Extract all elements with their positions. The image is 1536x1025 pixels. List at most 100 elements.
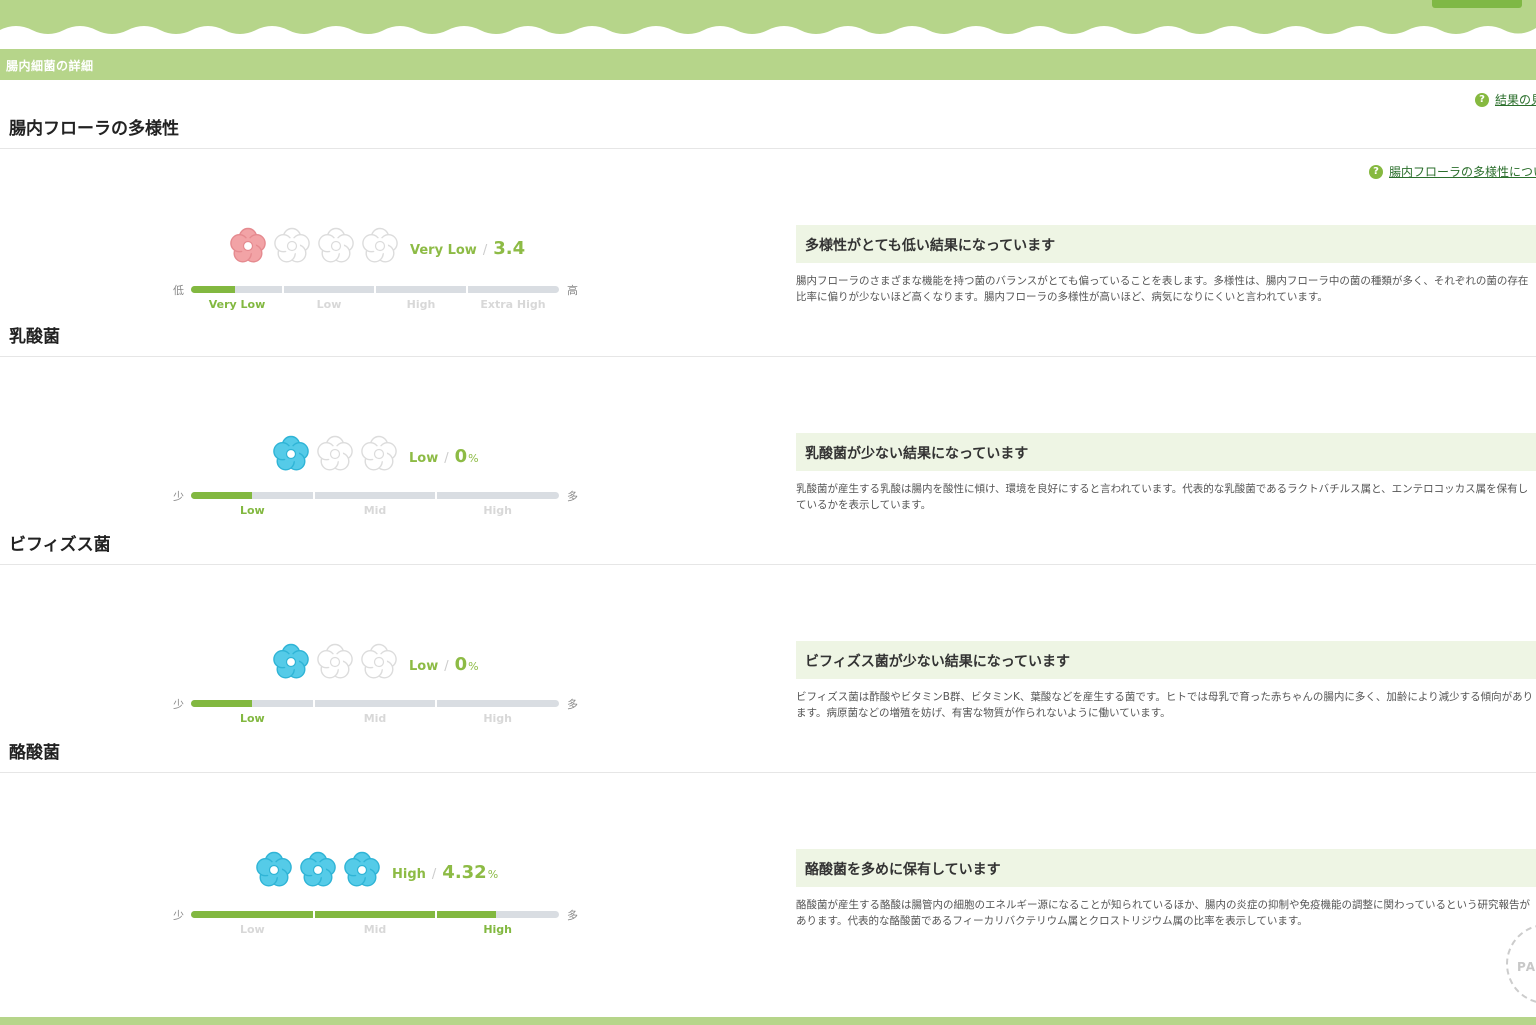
question-icon: ?: [1369, 164, 1383, 179]
rating-row: Very Low / 3.4: [228, 226, 526, 270]
scale-separator: [282, 286, 284, 293]
result-description: 酪酸菌が産生する酪酸は腸管内の細胞のエネルギー源になることが知られているほか、腸…: [796, 899, 1530, 927]
scale-track: [191, 492, 559, 499]
flower-empty-icon: [359, 642, 403, 686]
rating-unit: %: [487, 867, 499, 881]
result-heading-box: 多様性がとても低い結果になっています: [796, 225, 1536, 263]
flower-filled-icon: [271, 642, 315, 686]
result-heading-box: 酪酸菌を多めに保有しています: [796, 849, 1536, 887]
rating-value: 3.4: [493, 237, 526, 259]
scale-track: [191, 286, 559, 293]
section-divider: [0, 772, 1536, 773]
scale-separator: [466, 286, 468, 293]
flower-filled-icon: [271, 434, 315, 478]
flower-empty-icon: [315, 434, 359, 478]
level-scale: 低 高 Very Low Low High Extra High: [173, 284, 581, 316]
scale-high-label: 多: [567, 909, 578, 922]
question-icon: ?: [1475, 92, 1489, 107]
rating-separator: /: [444, 658, 449, 674]
rating-unit: %: [468, 659, 479, 673]
result-description: 乳酸菌が産生する乳酸は腸内を酸性に傾け、環境を良好にすると言われています。代表的…: [796, 483, 1529, 511]
scale-segment-label: Very Low: [208, 298, 266, 311]
flower-filled-icon: [342, 850, 386, 894]
scale-segment-label: High: [483, 712, 512, 725]
result-heading-box: 乳酸菌が少ない結果になっています: [796, 433, 1536, 471]
scale-separator: [312, 700, 315, 707]
flower-empty-icon: [272, 226, 316, 270]
scale-segment-label: Low: [316, 298, 342, 311]
flower-filled-icon: [298, 850, 342, 894]
scale-separator: [435, 700, 438, 707]
level-scale: 少 多 Low Mid High: [173, 698, 581, 730]
rating-row: High / 4.32%: [254, 850, 498, 894]
scale-separator: [312, 492, 315, 499]
scale-fill: [191, 700, 252, 707]
scale-fill: [191, 286, 236, 293]
section-header-bar: 腸内細菌の詳細: [0, 49, 1536, 80]
scale-separator: [435, 911, 438, 918]
scale-separator: [312, 911, 315, 918]
scale-high-label: 多: [567, 698, 578, 711]
flower-empty-icon: [315, 642, 359, 686]
result-description: ビフィズス菌は酢酸やビタミンB群、ビタミンK、葉酸などを産生する菌です。ヒトでは…: [796, 691, 1534, 719]
rating-value: 0: [454, 653, 468, 675]
scale-separator: [435, 492, 438, 499]
level-scale: 少 多 Low Mid High: [173, 909, 581, 941]
header-tab-button[interactable]: [1432, 0, 1522, 8]
scale-segment-label: Low: [239, 504, 265, 517]
result-heading-box: ビフィズス菌が少ない結果になっています: [796, 641, 1536, 679]
scale-high-label: 多: [567, 490, 578, 503]
rating-text: Low / 0%: [409, 654, 479, 675]
result-title: ビフィズス菌: [9, 535, 111, 555]
scale-separator: [374, 286, 376, 293]
scale-high-label: 高: [567, 284, 578, 297]
section-divider: [0, 356, 1536, 357]
rating-level: Low: [409, 658, 439, 674]
result-view-link[interactable]: ? 結果の見: [1475, 91, 1536, 108]
rating-row: Low / 0%: [271, 642, 479, 686]
rating-text: Low / 0%: [409, 446, 479, 467]
scale-segment-label: Low: [239, 712, 265, 725]
flower-filled-icon: [228, 226, 272, 270]
scale-track: [191, 911, 559, 918]
header-wave-decoration: [0, 0, 1536, 34]
flower-filled-icon: [254, 850, 298, 894]
level-scale: 少 多 Low Mid High: [173, 490, 581, 522]
diversity-about-link-text[interactable]: 腸内フローラの多様性につい: [1389, 163, 1536, 180]
result-heading: ビフィズス菌が少ない結果になっています: [805, 654, 1071, 670]
scale-track: [191, 700, 559, 707]
scale-low-label: 少: [173, 909, 184, 922]
rating-separator: /: [482, 242, 488, 258]
rating-value: 0: [454, 445, 468, 467]
result-heading: 多様性がとても低い結果になっています: [805, 238, 1056, 254]
scale-low-label: 少: [173, 490, 184, 503]
section-divider: [0, 564, 1536, 565]
page-top-badge[interactable]: PAG: [1506, 924, 1536, 1004]
scale-segment-label: High: [483, 504, 512, 517]
rating-value: 4.32: [442, 861, 487, 883]
scale-segment-label: Extra High: [480, 298, 546, 311]
result-heading: 酪酸菌を多めに保有しています: [805, 862, 1001, 878]
rating-text: Very Low / 3.4: [410, 238, 526, 259]
rating-level: High: [392, 866, 426, 882]
scale-low-label: 低: [173, 284, 184, 297]
result-heading: 乳酸菌が少ない結果になっています: [805, 446, 1029, 462]
scale-segment-label: High: [406, 298, 436, 311]
scale-segment-label: Mid: [363, 923, 387, 936]
scale-fill: [191, 492, 252, 499]
scale-low-label: 少: [173, 698, 184, 711]
scale-segment-label: Mid: [363, 504, 387, 517]
scale-fill: [191, 911, 497, 918]
flower-empty-icon: [360, 226, 404, 270]
section-header-title: 腸内細菌の詳細: [6, 59, 94, 73]
result-title: 腸内フローラの多様性: [9, 119, 179, 139]
rating-row: Low / 0%: [271, 434, 479, 478]
flower-empty-icon: [316, 226, 360, 270]
rating-level: Very Low: [410, 242, 477, 258]
result-description: 腸内フローラのさまざまな機能を持つ菌のバランスがとても偏っていることを表します。…: [796, 275, 1529, 303]
diversity-about-link[interactable]: ? 腸内フローラの多様性につい: [1369, 163, 1536, 180]
rating-separator: /: [431, 866, 437, 882]
rating-text: High / 4.32%: [392, 862, 498, 883]
result-title: 乳酸菌: [9, 327, 60, 347]
result-view-link-text[interactable]: 結果の見: [1495, 91, 1536, 108]
